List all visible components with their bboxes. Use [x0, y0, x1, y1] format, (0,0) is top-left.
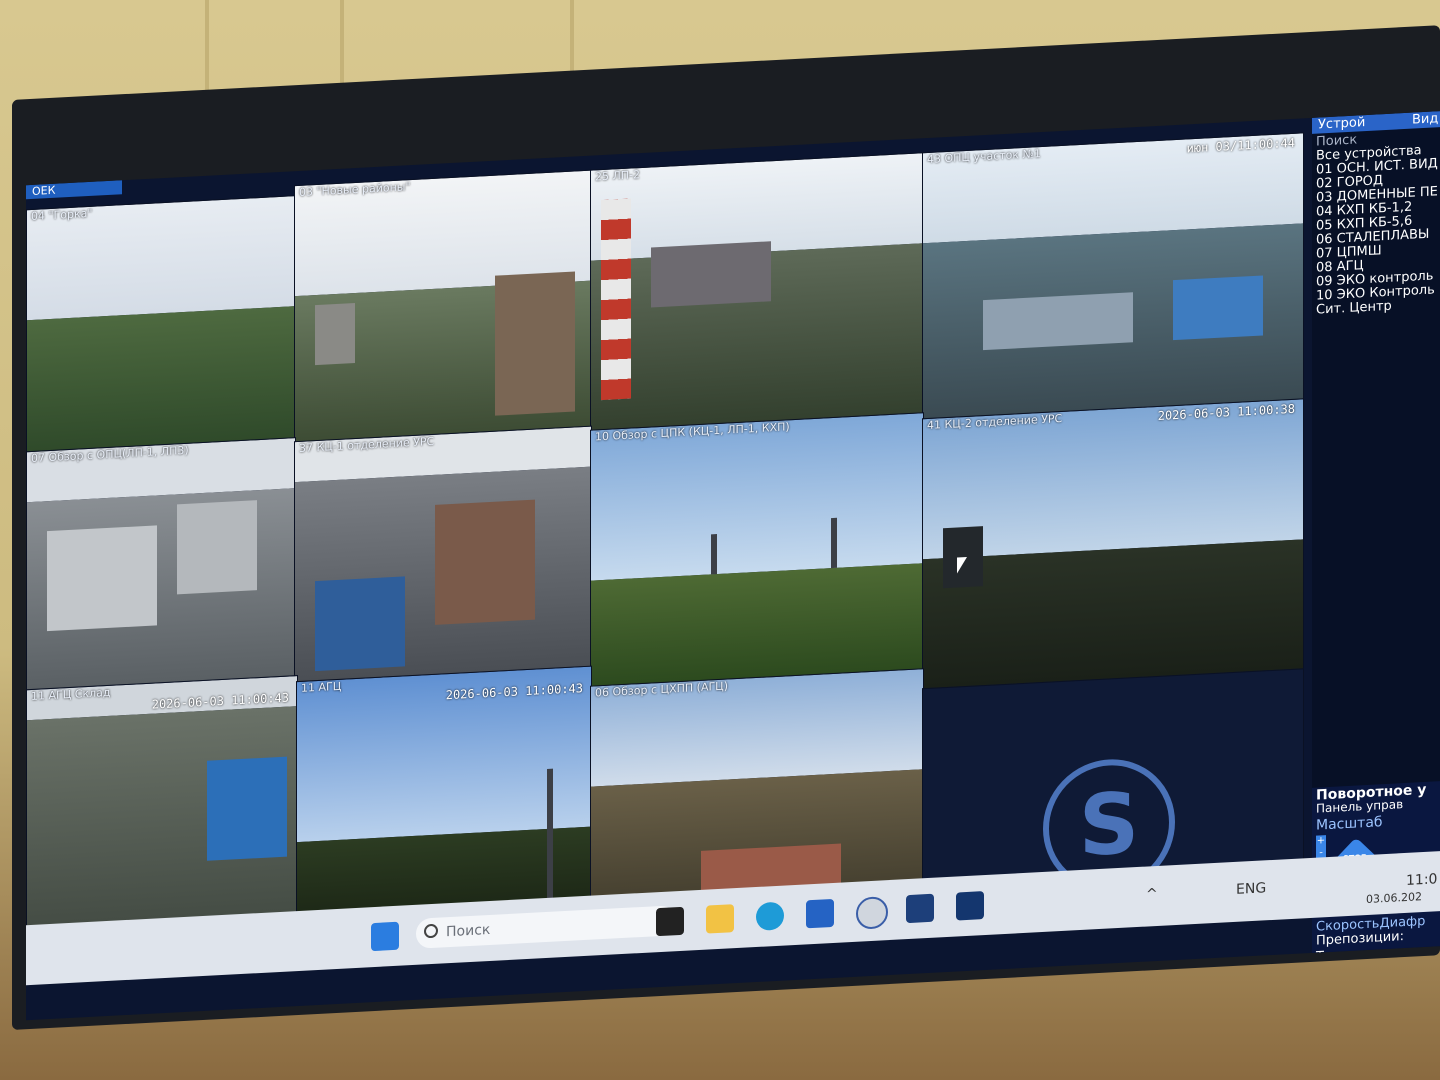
tab-devices[interactable]: Устрой [1318, 115, 1365, 133]
building [177, 500, 257, 595]
camera-tile[interactable]: 25 ЛП-2 [590, 152, 924, 432]
monitor-app-icon[interactable] [956, 891, 984, 921]
building [47, 525, 157, 632]
sidebar: Устрой Вид Поиск Все устройства 01 ОСН. … [1312, 111, 1440, 998]
building [983, 292, 1133, 351]
camera-label: 25 ЛП-2 [595, 168, 641, 184]
folder-icon[interactable] [706, 904, 734, 934]
camera-tile[interactable]: 41 КЦ-2 отделение УРС 2026-06-03 11:00:3… [922, 398, 1304, 691]
camera-tile[interactable]: 37 КЦ-1 отделение УРС [294, 425, 592, 684]
clock-time[interactable]: 11:0 [1406, 871, 1437, 889]
chimney [547, 768, 553, 909]
building [495, 271, 575, 416]
ground [591, 563, 923, 687]
building [207, 756, 287, 861]
building [315, 303, 355, 366]
mouse-cursor [957, 556, 967, 574]
language-indicator[interactable]: ENG [1236, 880, 1266, 898]
edge-icon[interactable] [756, 901, 784, 932]
device-list: Поиск Все устройства 01 ОСН. ИСТ. ВИД 02… [1316, 129, 1438, 318]
building [651, 241, 771, 308]
camera-tile[interactable]: 07 Обзор с ОПЦ(ЛП-1, ЛП3) [26, 437, 296, 692]
tray-chevron-icon[interactable]: ^ [1146, 886, 1158, 903]
taskbar-search[interactable]: Поиск [416, 905, 676, 949]
exposure-label[interactable]: Экспорт [1316, 969, 1372, 987]
search-icon [424, 923, 438, 939]
camera-grid: 04 "Горка" 03 "Новые районы" 25 ЛП-2 43 … [26, 132, 1306, 959]
chimney [711, 534, 717, 575]
presets-label[interactable]: Препозиции: [1316, 929, 1404, 949]
chimney [831, 517, 837, 569]
monitor: ОЕК 04 "Горка" 03 "Новые районы" 25 ЛП-2… [12, 25, 1440, 1031]
taskview-icon[interactable] [656, 906, 684, 937]
camera-tile[interactable]: 43 ОПЦ участок №1 июн 03/11:00:44 [922, 132, 1304, 421]
camera-tile[interactable]: 11 АГЦ Склад 2026-06-03 11:00:43 [26, 675, 298, 932]
list-app-icon[interactable] [906, 893, 934, 924]
tab-view[interactable]: Вид [1412, 111, 1438, 128]
tab-label: ОЕК [32, 183, 56, 198]
building [315, 576, 405, 672]
camera-label: 11 АГЦ [301, 679, 342, 695]
zoom-stepper[interactable]: + - [1316, 835, 1326, 860]
taskbar-search-placeholder: Поиск [446, 921, 491, 941]
building [1173, 275, 1263, 341]
start-icon[interactable] [371, 921, 399, 952]
camera-tile[interactable]: 03 "Новые районы" [294, 169, 592, 444]
striped-chimney [601, 198, 631, 401]
vms-app-icon[interactable] [856, 896, 888, 930]
tours-label[interactable]: Туры: [1316, 948, 1355, 965]
camera-tile[interactable]: 11 АГЦ 2026-06-03 11:00:43 [296, 665, 592, 932]
zoom-label: Масштаб [1316, 814, 1383, 834]
ground [27, 306, 295, 453]
building [435, 499, 535, 625]
camera-tile[interactable]: 10 Обзор с ЦПК (КЦ-1, ЛП-1, КХП) [590, 412, 924, 688]
clock-date[interactable]: 03.06.202 [1366, 890, 1422, 906]
camera-tile[interactable]: 04 "Горка" [26, 195, 296, 454]
store-icon[interactable] [806, 898, 834, 929]
